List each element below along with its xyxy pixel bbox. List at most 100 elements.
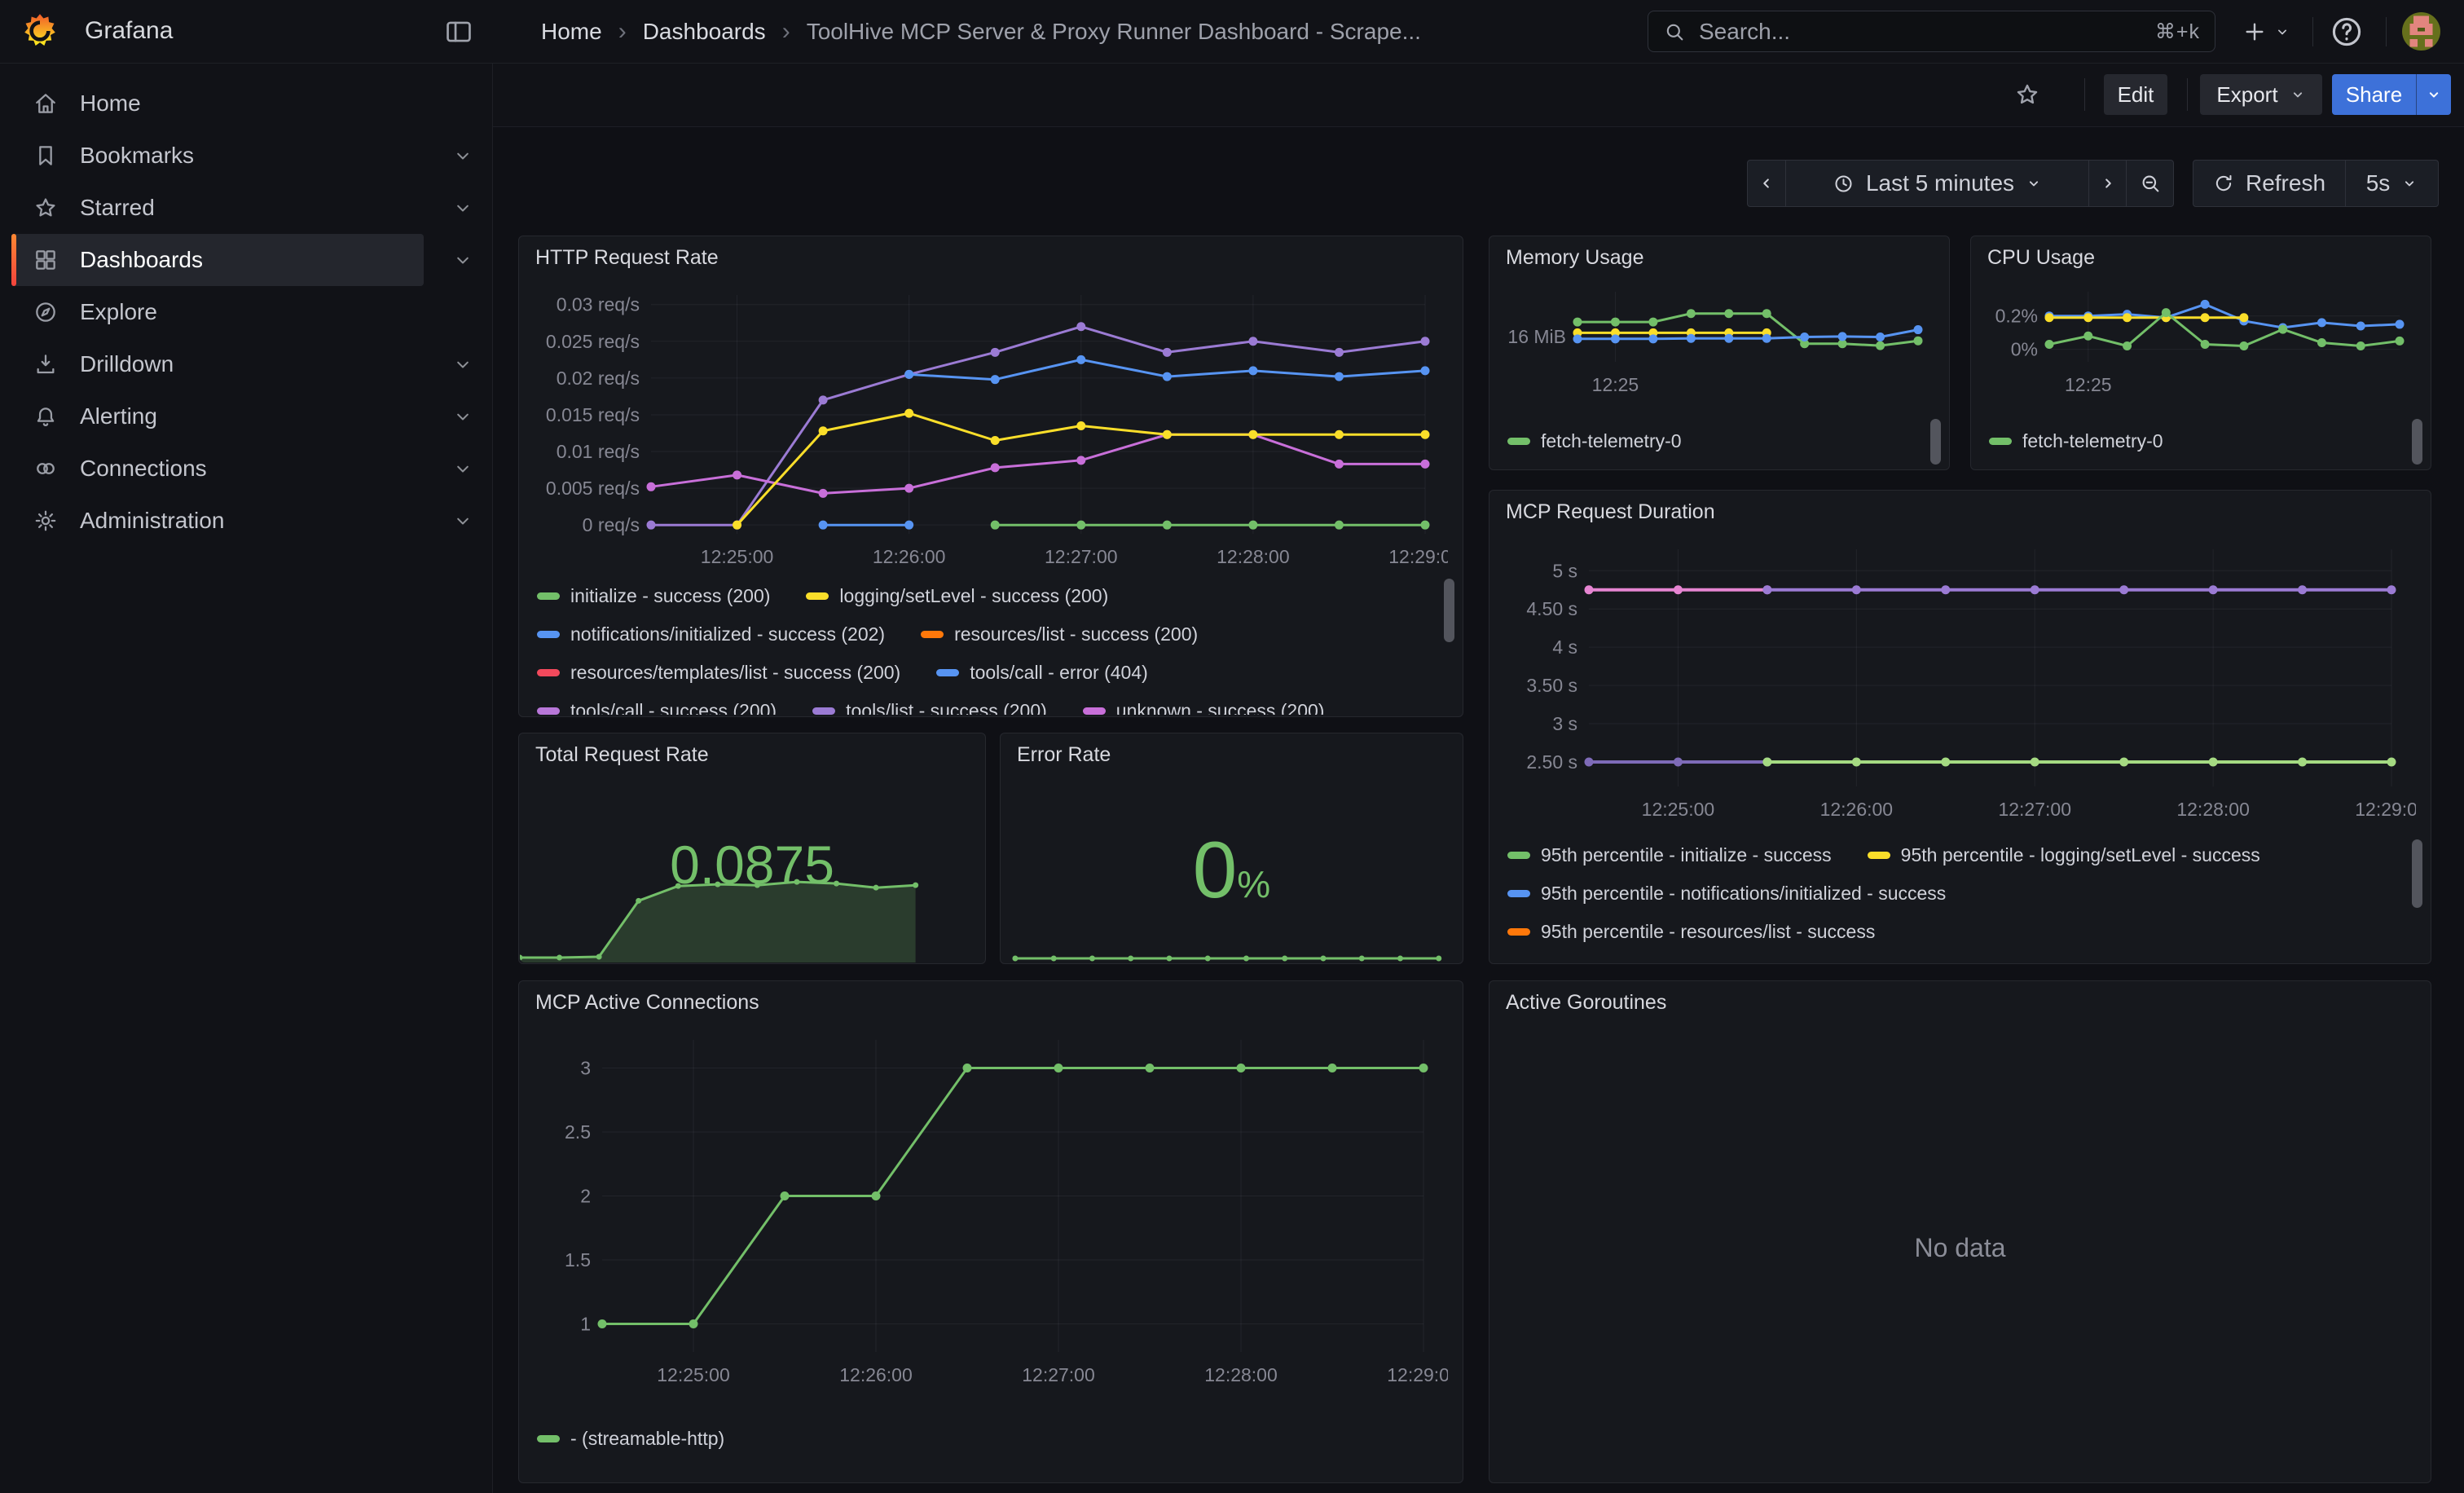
sidebar-item-drilldown[interactable]: Drilldown bbox=[11, 338, 424, 390]
time-shift-back-button[interactable] bbox=[1748, 161, 1785, 206]
legend-scrollbar[interactable] bbox=[1930, 419, 1941, 465]
legend-item[interactable]: tools/list - success (200) bbox=[812, 700, 1047, 715]
breadcrumb-separator: › bbox=[618, 18, 627, 46]
chevron-down-icon[interactable] bbox=[451, 196, 474, 219]
legend-row: initialize - success (200) logging/setLev… bbox=[537, 577, 1427, 615]
brand-title: Grafana bbox=[85, 17, 173, 45]
panel-title[interactable]: Total Request Rate bbox=[535, 743, 709, 767]
search-icon bbox=[1663, 20, 1686, 43]
legend-item[interactable]: initialize - success (200) bbox=[537, 585, 770, 607]
chevron-down-icon[interactable] bbox=[451, 249, 474, 271]
add-new-button[interactable] bbox=[2236, 15, 2296, 49]
legend-item[interactable]: tools/call - success (200) bbox=[537, 700, 777, 715]
mcp-active-connections-chart[interactable]: 12:25:0012:26:0012:27:0012:28:0012:29:00… bbox=[529, 1028, 1448, 1397]
breadcrumb-item[interactable]: Home bbox=[541, 19, 602, 45]
legend-item[interactable]: unknown - success (200) bbox=[1083, 700, 1325, 715]
legend-scrollbar[interactable] bbox=[2412, 839, 2422, 908]
refresh-interval-picker[interactable]: 5s bbox=[2345, 161, 2438, 206]
zoom-out-button[interactable] bbox=[2126, 161, 2173, 206]
legend-item[interactable]: logging/setLevel - success (200) bbox=[806, 585, 1108, 607]
panel-title[interactable]: Error Rate bbox=[1017, 743, 1111, 767]
dock-sidebar-icon[interactable] bbox=[443, 16, 474, 47]
divider bbox=[2084, 78, 2085, 111]
legend-label: unknown - success (200) bbox=[1116, 700, 1325, 715]
help-icon[interactable] bbox=[2329, 14, 2365, 50]
legend-chip bbox=[537, 669, 560, 676]
sidebar-item-explore[interactable]: Explore bbox=[11, 286, 424, 338]
legend-label: resources/list - success (200) bbox=[954, 623, 1198, 645]
sidebar-item-home[interactable]: Home bbox=[11, 77, 424, 130]
search-input[interactable] bbox=[1697, 18, 2155, 46]
divider bbox=[2312, 17, 2313, 46]
legend-item[interactable]: 95th percentile - initialize - success bbox=[1507, 844, 1832, 866]
share-menu-button[interactable] bbox=[2416, 74, 2451, 115]
sidebar-item-bookmarks[interactable]: Bookmarks bbox=[11, 130, 424, 182]
panel-title[interactable]: CPU Usage bbox=[1987, 246, 2095, 270]
star-dashboard-icon[interactable] bbox=[2006, 73, 2048, 116]
grafana-logo-icon[interactable] bbox=[21, 12, 59, 50]
panel-http-request-rate: HTTP Request Rate 12:25:0012:26:0012:27:… bbox=[518, 236, 1463, 717]
panel-title[interactable]: HTTP Request Rate bbox=[535, 246, 719, 270]
legend-item[interactable]: 95th percentile - resources/templates/li… bbox=[1507, 959, 1961, 962]
chevron-down-icon[interactable] bbox=[451, 405, 474, 428]
svg-text:12:25: 12:25 bbox=[2065, 374, 2112, 395]
sidebar-item-label: Drilldown bbox=[80, 351, 174, 377]
export-button[interactable]: Export bbox=[2200, 74, 2322, 115]
sidebar-item-alerting[interactable]: Alerting bbox=[11, 390, 424, 443]
legend-scrollbar[interactable] bbox=[1444, 579, 1454, 642]
sidebar-item-connections[interactable]: Connections bbox=[11, 443, 424, 495]
http-request-rate-chart[interactable]: 12:25:0012:26:0012:27:0012:28:0012:29:00… bbox=[529, 284, 1448, 579]
search-box[interactable]: ⌘+k bbox=[1648, 11, 2215, 52]
mcp-request-duration-chart[interactable]: 12:25:0012:26:0012:27:0012:28:0012:29:00… bbox=[1499, 538, 2416, 831]
legend-label: 95th percentile - resources/templates/li… bbox=[1541, 959, 1961, 962]
svg-text:12:28:00: 12:28:00 bbox=[1217, 546, 1290, 567]
panel-title[interactable]: Active Goroutines bbox=[1506, 991, 1666, 1015]
legend-item[interactable]: notifications/initialized - success (202… bbox=[537, 623, 885, 645]
refresh-button[interactable]: Refresh bbox=[2193, 161, 2345, 206]
time-range-picker[interactable]: Last 5 minutes bbox=[1785, 161, 2088, 206]
legend-item[interactable]: 95th percentile - logging/setLevel - suc… bbox=[1868, 844, 2260, 866]
sidebar-item-administration[interactable]: Administration bbox=[11, 495, 424, 547]
legend-item[interactable]: resources/templates/list - success (200) bbox=[537, 662, 900, 684]
legend-item[interactable]: fetch-telemetry-0 bbox=[1507, 430, 1682, 452]
memory-usage-chart[interactable]: 12:2516 MiB bbox=[1496, 280, 1943, 403]
legend-label: tools/call - success (200) bbox=[570, 700, 777, 715]
star-icon bbox=[33, 195, 59, 221]
breadcrumb-item[interactable]: Dashboards bbox=[643, 19, 766, 45]
time-shift-forward-button[interactable] bbox=[2088, 161, 2126, 206]
user-avatar[interactable] bbox=[2402, 12, 2440, 51]
share-button[interactable]: Share bbox=[2332, 74, 2416, 115]
svg-text:0.025 req/s: 0.025 req/s bbox=[546, 331, 640, 352]
sidebar-item-starred[interactable]: Starred bbox=[11, 182, 424, 234]
legend-item[interactable]: resources/list - success (200) bbox=[921, 623, 1198, 645]
svg-text:12:27:00: 12:27:00 bbox=[1022, 1364, 1095, 1385]
legend-item[interactable]: 95th percentile - notifications/initiali… bbox=[1507, 883, 1946, 905]
sidebar-item-dashboards[interactable]: Dashboards bbox=[11, 234, 424, 286]
legend-item[interactable]: - (streamable-http) bbox=[537, 1428, 724, 1450]
legend-item[interactable]: 95th percentile - resources/list - succe… bbox=[1507, 921, 1875, 943]
chevron-left-icon bbox=[1758, 174, 1775, 192]
legend-item[interactable]: tools/call - error (404) bbox=[936, 662, 1148, 684]
breadcrumb-item[interactable]: ToolHive MCP Server & Proxy Runner Dashb… bbox=[807, 19, 1421, 45]
panel-title[interactable]: MCP Request Duration bbox=[1506, 500, 1715, 524]
sidebar-item-label: Home bbox=[80, 90, 141, 117]
panel-title[interactable]: Memory Usage bbox=[1506, 246, 1644, 270]
chevron-down-icon[interactable] bbox=[451, 509, 474, 532]
chevron-down-icon[interactable] bbox=[451, 144, 474, 167]
cpu-usage-chart[interactable]: 12:250.2%0% bbox=[1978, 280, 2424, 403]
chevron-down-icon bbox=[2026, 175, 2042, 192]
zoom-out-icon bbox=[2139, 172, 2162, 195]
legend-item[interactable]: fetch-telemetry-0 bbox=[1989, 430, 2163, 452]
chevron-down-icon[interactable] bbox=[451, 457, 474, 480]
panel-title[interactable]: MCP Active Connections bbox=[535, 991, 759, 1015]
legend-row: - (streamable-http) bbox=[537, 1420, 1427, 1456]
legend-row: notifications/initialized - success (202… bbox=[537, 615, 1427, 654]
legend-label: resources/templates/list - success (200) bbox=[570, 662, 900, 684]
total-request-rate-value: 0.0875 bbox=[519, 838, 985, 892]
chevron-down-icon[interactable] bbox=[451, 353, 474, 376]
svg-text:0.03 req/s: 0.03 req/s bbox=[557, 294, 640, 315]
legend-scrollbar[interactable] bbox=[2412, 419, 2422, 465]
svg-text:3: 3 bbox=[580, 1058, 591, 1079]
edit-button[interactable]: Edit bbox=[2104, 74, 2167, 115]
bookmark-icon bbox=[33, 143, 59, 169]
